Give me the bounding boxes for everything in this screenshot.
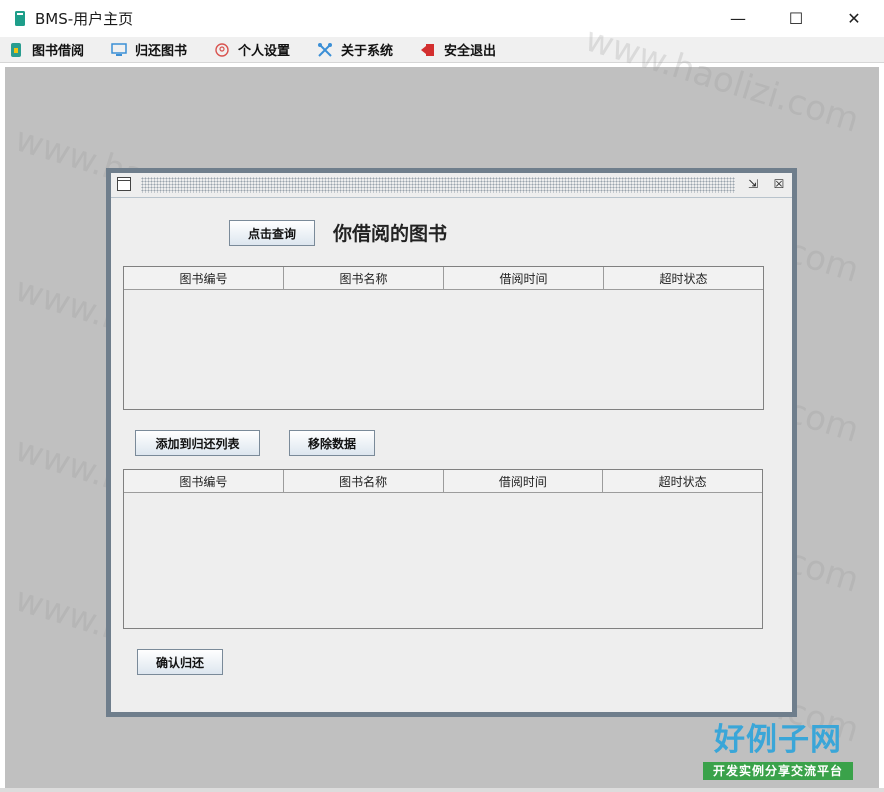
- frame-close-button[interactable]: ☒: [771, 176, 787, 192]
- confirm-return-button[interactable]: 确认归还: [137, 649, 223, 675]
- add-to-return-list-button[interactable]: 添加到归还列表: [135, 430, 260, 456]
- menu-return-books[interactable]: 归还图书: [111, 37, 187, 62]
- book-lock-icon: [8, 42, 24, 58]
- window-titlebar: BMS-用户主页 — ☐ ✕: [0, 0, 884, 37]
- column-header-overdue-status[interactable]: 超时状态: [603, 470, 762, 492]
- app-book-icon: [15, 11, 25, 26]
- column-header-book-name[interactable]: 图书名称: [284, 470, 444, 492]
- exit-icon: [420, 42, 436, 58]
- tools-icon: [317, 42, 333, 58]
- column-header-borrow-time[interactable]: 借阅时间: [444, 470, 604, 492]
- return-table-header: 图书编号 图书名称 借阅时间 超时状态: [124, 470, 762, 493]
- frame-titlebar[interactable]: ⇲ ☒: [111, 173, 792, 198]
- logo-sub-text: 开发实例分享交流平台: [703, 762, 853, 780]
- return-books-frame: ⇲ ☒ 点击查询 你借阅的图书 图书编号 图书名称 借阅时间 超时状态 添加到归…: [111, 173, 792, 712]
- remove-data-button[interactable]: 移除数据: [289, 430, 375, 456]
- menu-safe-exit[interactable]: 安全退出: [420, 37, 496, 62]
- column-header-borrow-time[interactable]: 借阅时间: [444, 267, 604, 289]
- menu-borrow-books[interactable]: 图书借阅: [8, 37, 84, 62]
- menu-safe-exit-label: 安全退出: [444, 44, 497, 59]
- status-strip: [0, 788, 884, 792]
- query-button[interactable]: 点击查询: [229, 220, 315, 246]
- borrowed-books-heading: 你借阅的图书: [333, 223, 448, 245]
- column-header-overdue-status[interactable]: 超时状态: [604, 267, 763, 289]
- menu-borrow-books-label: 图书借阅: [32, 44, 85, 59]
- window-title: BMS-用户主页: [35, 10, 134, 28]
- menu-about-system[interactable]: 关于系统: [317, 37, 393, 62]
- menu-about-system-label: 关于系统: [341, 44, 394, 59]
- close-button[interactable]: ✕: [825, 0, 883, 37]
- frame-restore-button[interactable]: ⇲: [745, 176, 761, 192]
- frame-title-grip: [141, 177, 735, 193]
- borrowed-books-table[interactable]: 图书编号 图书名称 借阅时间 超时状态: [123, 266, 764, 410]
- menu-return-books-label: 归还图书: [135, 44, 188, 59]
- monitor-icon: [111, 42, 127, 58]
- user-circle-icon: [214, 42, 230, 58]
- menu-personal-settings[interactable]: 个人设置: [214, 37, 290, 62]
- menu-bar: 图书借阅 归还图书 个人设置 关于系统 安全退出: [0, 37, 884, 63]
- logo-main-text: 好例子网: [714, 722, 842, 758]
- frame-window-icon: [117, 177, 131, 191]
- borrowed-table-header: 图书编号 图书名称 借阅时间 超时状态: [124, 267, 763, 290]
- return-list-table[interactable]: 图书编号 图书名称 借阅时间 超时状态: [123, 469, 763, 629]
- minimize-button[interactable]: —: [709, 0, 767, 37]
- column-header-book-id[interactable]: 图书编号: [124, 470, 284, 492]
- maximize-button[interactable]: ☐: [767, 0, 825, 37]
- site-logo: 好例子网 开发实例分享交流平台: [703, 722, 853, 784]
- column-header-book-id[interactable]: 图书编号: [124, 267, 284, 289]
- column-header-book-name[interactable]: 图书名称: [284, 267, 444, 289]
- menu-personal-settings-label: 个人设置: [238, 44, 291, 59]
